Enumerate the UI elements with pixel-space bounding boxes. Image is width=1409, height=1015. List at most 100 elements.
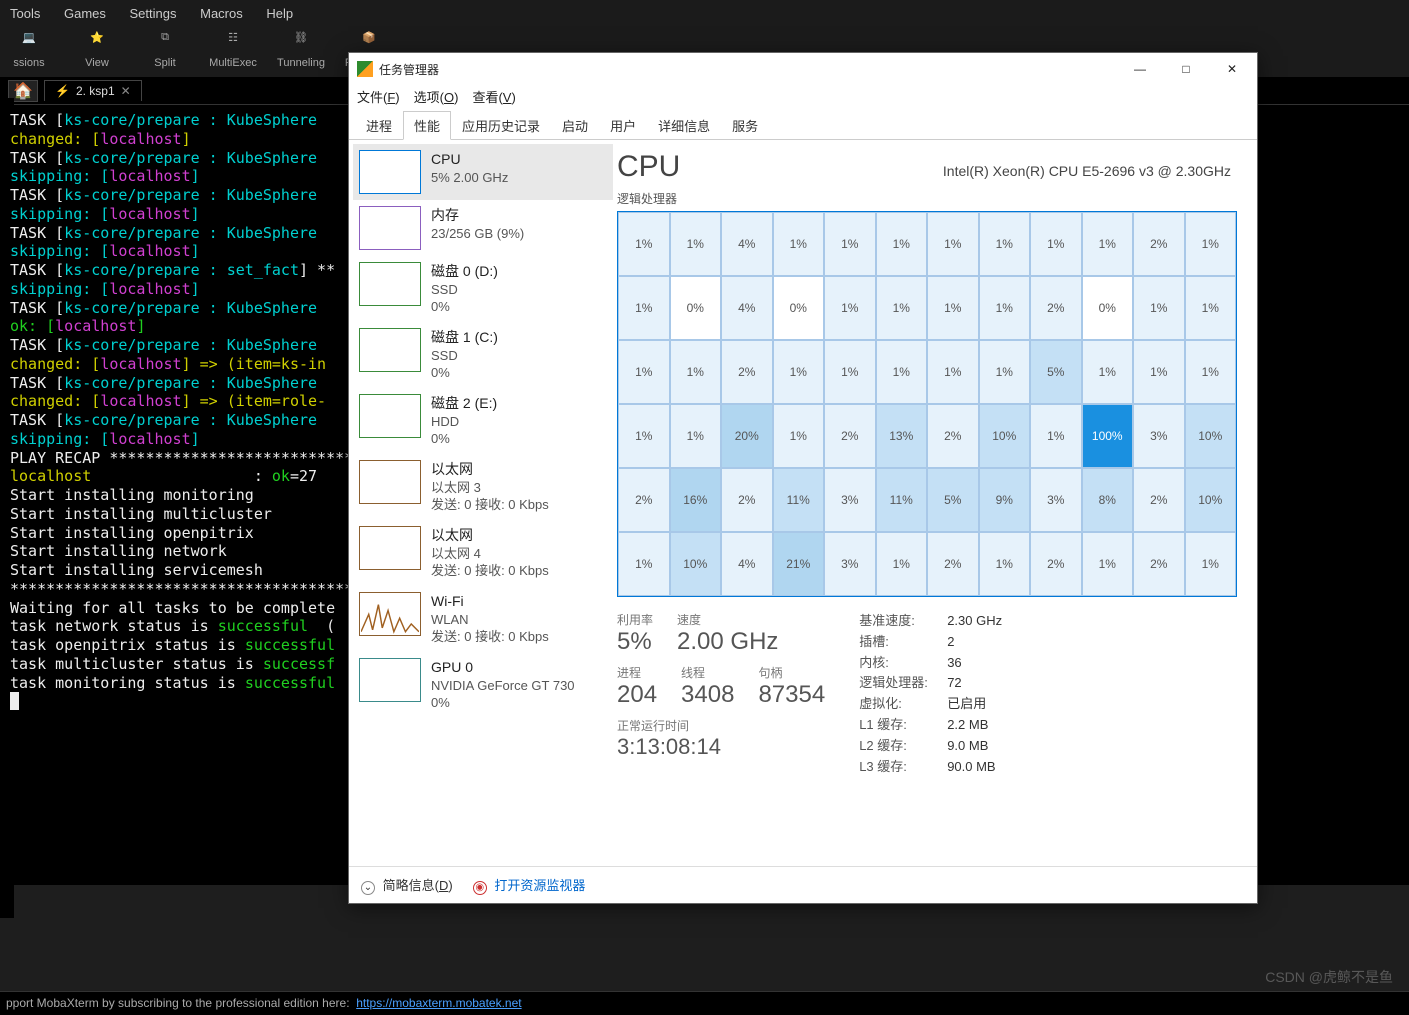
info-row: 插槽:2 bbox=[859, 632, 1002, 653]
cpu-cell-3-7: 10% bbox=[979, 404, 1031, 468]
tm-tab-5[interactable]: 详细信息 bbox=[647, 111, 721, 140]
cpu-cell-2-11: 1% bbox=[1185, 340, 1237, 404]
cpu-cell-3-11: 10% bbox=[1185, 404, 1237, 468]
cpu-cell-1-1: 0% bbox=[670, 276, 722, 340]
disk-thumb-icon bbox=[359, 262, 421, 306]
maximize-button[interactable]: □ bbox=[1163, 54, 1209, 84]
moba-menu-macros[interactable]: Macros bbox=[200, 6, 243, 21]
collapse-icon: ⌄ bbox=[361, 881, 375, 895]
task-manager-window: 任务管理器 — □ ✕ 文件(F)选项(O)查看(V) 进程性能应用历史记录启动… bbox=[348, 52, 1258, 904]
tm-tab-0[interactable]: 进程 bbox=[355, 111, 403, 140]
stat-proc-label: 进程 bbox=[617, 664, 657, 681]
cpu-cell-3-1: 1% bbox=[670, 404, 722, 468]
moba-menu-games[interactable]: Games bbox=[64, 6, 106, 21]
info-row: 内核:36 bbox=[859, 653, 1002, 674]
tm-titlebar[interactable]: 任务管理器 — □ ✕ bbox=[349, 53, 1257, 85]
cpu-cell-4-9: 8% bbox=[1082, 468, 1134, 532]
stat-util-label: 利用率 bbox=[617, 611, 653, 628]
sidebar-disk-3[interactable]: 磁盘 1 (C:)SSD0% bbox=[353, 322, 613, 388]
tm-tab-3[interactable]: 启动 bbox=[551, 111, 599, 140]
cpu-cell-0-9: 1% bbox=[1082, 212, 1134, 276]
moba-menubar: Tools Games Settings Macros Help bbox=[0, 0, 1409, 27]
cpu-cell-1-7: 1% bbox=[979, 276, 1031, 340]
moba-menu-tools[interactable]: Tools bbox=[10, 6, 40, 21]
sidebar-disk-2[interactable]: 磁盘 0 (D:)SSD0% bbox=[353, 256, 613, 322]
tm-tab-4[interactable]: 用户 bbox=[599, 111, 647, 140]
moba-menu-help[interactable]: Help bbox=[266, 6, 293, 21]
tool-view[interactable]: ⭐View bbox=[68, 31, 126, 69]
cpu-cell-4-0: 2% bbox=[618, 468, 670, 532]
cpu-cell-0-6: 1% bbox=[927, 212, 979, 276]
sidebar-net-6[interactable]: 以太网以太网 4发送: 0 接收: 0 Kbps bbox=[353, 520, 613, 586]
cpu-cell-0-3: 1% bbox=[773, 212, 825, 276]
open-resource-monitor-link[interactable]: ◉ 打开资源监视器 bbox=[473, 875, 586, 895]
cpu-cell-2-10: 1% bbox=[1133, 340, 1185, 404]
cpu-cell-4-6: 5% bbox=[927, 468, 979, 532]
close-button[interactable]: ✕ bbox=[1209, 54, 1255, 84]
sidebar-wifi-7[interactable]: Wi-FiWLAN发送: 0 接收: 0 Kbps bbox=[353, 586, 613, 652]
cpu-cell-5-7: 1% bbox=[979, 532, 1031, 596]
cpu-cell-2-9: 1% bbox=[1082, 340, 1134, 404]
tm-menu-V[interactable]: 查看(V) bbox=[472, 90, 515, 105]
cpu-cell-0-4: 1% bbox=[824, 212, 876, 276]
cpu-cell-0-1: 1% bbox=[670, 212, 722, 276]
cpu-cell-1-11: 1% bbox=[1185, 276, 1237, 340]
cpu-cell-0-8: 1% bbox=[1030, 212, 1082, 276]
cpu-cell-5-0: 1% bbox=[618, 532, 670, 596]
tm-tab-6[interactable]: 服务 bbox=[721, 111, 769, 140]
tool-multiexec[interactable]: ☷MultiExec bbox=[204, 31, 262, 69]
cpu-cell-0-0: 1% bbox=[618, 212, 670, 276]
cpu-cell-1-5: 1% bbox=[876, 276, 928, 340]
sidebar-disk-4[interactable]: 磁盘 2 (E:)HDD0% bbox=[353, 388, 613, 454]
cpu-cell-5-2: 4% bbox=[721, 532, 773, 596]
cpu-cell-2-2: 2% bbox=[721, 340, 773, 404]
gpu-thumb-icon bbox=[359, 658, 421, 702]
tool-split[interactable]: ⧉Split bbox=[136, 31, 194, 69]
cpu-cell-4-2: 2% bbox=[721, 468, 773, 532]
stat-speed-value: 2.00 GHz bbox=[677, 628, 778, 656]
cpu-model: Intel(R) Xeon(R) CPU E5-2696 v3 @ 2.30GH… bbox=[943, 163, 1231, 179]
cpu-cell-1-0: 1% bbox=[618, 276, 670, 340]
grid-label: 逻辑处理器 bbox=[617, 190, 1237, 207]
cpu-cell-5-1: 10% bbox=[670, 532, 722, 596]
logical-processor-grid: 1%1%4%1%1%1%1%1%1%1%2%1%1%0%4%0%1%1%1%1%… bbox=[617, 211, 1237, 597]
tm-menubar: 文件(F) 选项(O) 查看(V) bbox=[349, 85, 1257, 110]
tool-tunneling[interactable]: ⛓Tunneling bbox=[272, 31, 330, 69]
info-row: 虚拟化:已启用 bbox=[859, 694, 1002, 715]
moba-upgrade-link[interactable]: https://mobaxterm.mobatek.net bbox=[356, 996, 521, 1010]
cpu-cell-4-4: 3% bbox=[824, 468, 876, 532]
tool-sessions[interactable]: 💻ssions bbox=[0, 31, 58, 69]
disk-thumb-icon bbox=[359, 328, 421, 372]
cpu-cell-5-10: 2% bbox=[1133, 532, 1185, 596]
cpu-cell-3-2: 20% bbox=[721, 404, 773, 468]
sidebar-net-5[interactable]: 以太网以太网 3发送: 0 接收: 0 Kbps bbox=[353, 454, 613, 520]
cpu-cell-3-4: 2% bbox=[824, 404, 876, 468]
stat-proc-value: 204 bbox=[617, 681, 657, 709]
cpu-cell-0-7: 1% bbox=[979, 212, 1031, 276]
disk-thumb-icon bbox=[359, 394, 421, 438]
cpu-cell-3-3: 1% bbox=[773, 404, 825, 468]
tm-tab-2[interactable]: 应用历史记录 bbox=[451, 111, 551, 140]
tm-tab-1[interactable]: 性能 bbox=[403, 111, 451, 140]
cpu-cell-4-11: 10% bbox=[1185, 468, 1237, 532]
cpu-cell-0-5: 1% bbox=[876, 212, 928, 276]
tm-menu-O[interactable]: 选项(O) bbox=[414, 90, 459, 105]
sidebar-cpu-0[interactable]: CPU5% 2.00 GHz bbox=[353, 144, 613, 200]
moba-tab-ksp1[interactable]: ⚡ 2. ksp1 ✕ bbox=[44, 80, 142, 101]
cpu-cell-1-4: 1% bbox=[824, 276, 876, 340]
sidebar-mem-1[interactable]: 内存23/256 GB (9%) bbox=[353, 200, 613, 256]
watermark: CSDN @虎鲸不是鱼 bbox=[1265, 967, 1393, 987]
cpu-cell-2-1: 1% bbox=[670, 340, 722, 404]
close-icon[interactable]: ✕ bbox=[121, 84, 131, 98]
tm-menu-F[interactable]: 文件(F) bbox=[357, 90, 400, 105]
wifi-thumb-icon bbox=[359, 592, 421, 636]
minimize-button[interactable]: — bbox=[1117, 54, 1163, 84]
bolt-icon: ⚡ bbox=[55, 84, 70, 98]
uptime-value: 3:13:08:14 bbox=[617, 734, 825, 760]
cpu-cell-2-7: 1% bbox=[979, 340, 1031, 404]
moba-menu-settings[interactable]: Settings bbox=[130, 6, 177, 21]
cpu-cell-4-3: 11% bbox=[773, 468, 825, 532]
cpu-cell-2-3: 1% bbox=[773, 340, 825, 404]
brief-info-link[interactable]: ⌄ 简略信息(D) bbox=[361, 875, 453, 895]
sidebar-gpu-8[interactable]: GPU 0NVIDIA GeForce GT 7300% bbox=[353, 652, 613, 718]
